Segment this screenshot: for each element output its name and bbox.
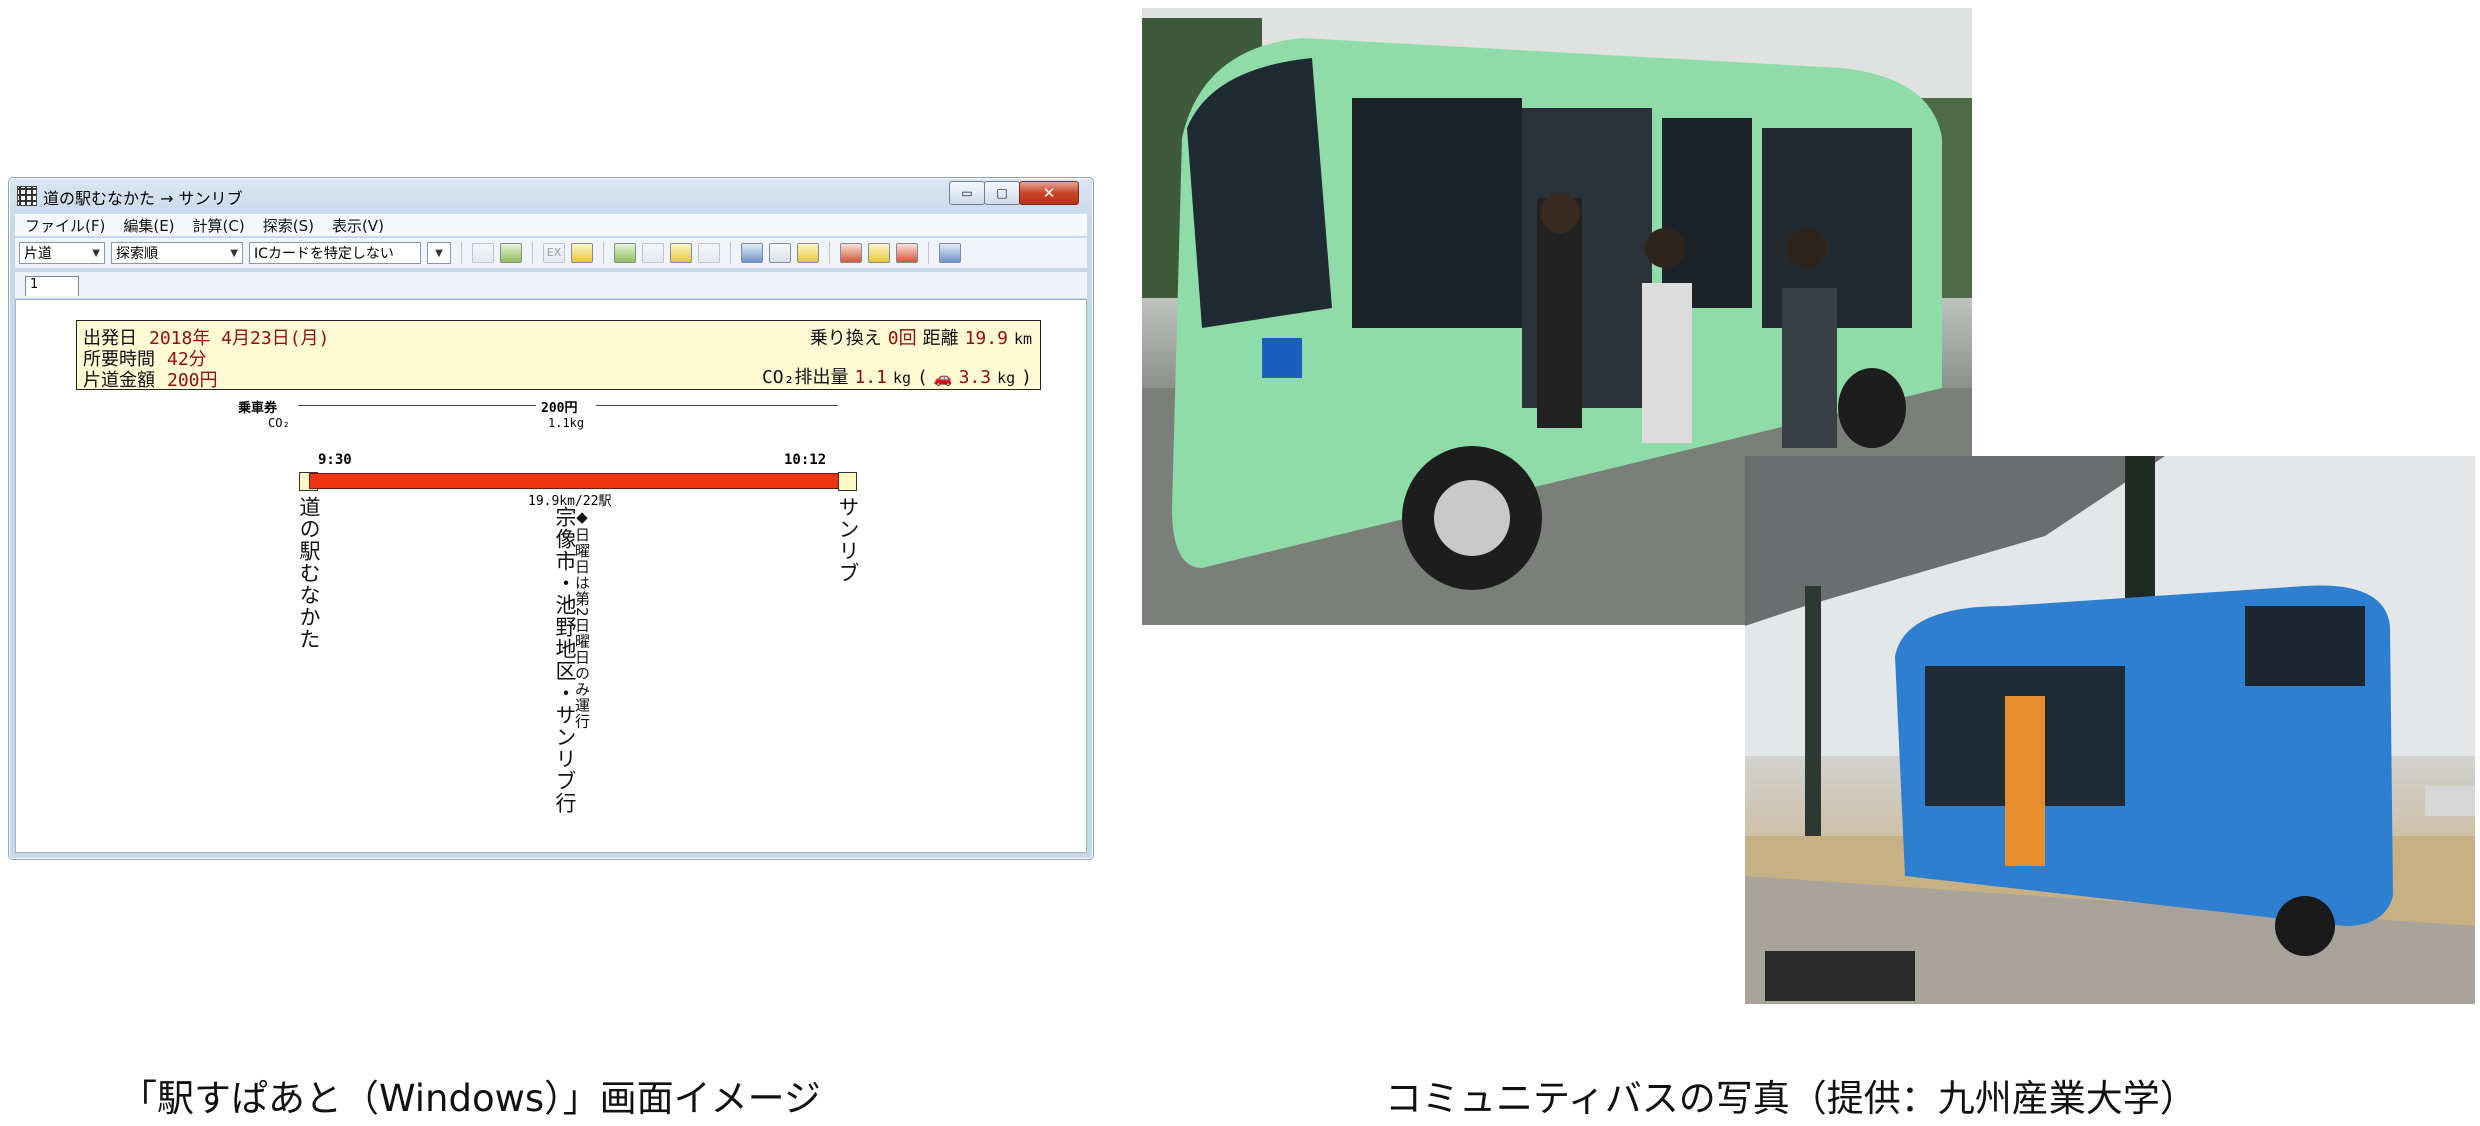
ic-card-value: ICカードを特定しない [254,246,394,262]
paren-open: ( [917,367,928,388]
distance-unit: km [1013,330,1032,348]
sort-order-select[interactable]: 探索順 ▼ [111,242,243,264]
route-segment-bar[interactable] [309,473,839,489]
fare-label: 片道金額 [83,370,155,391]
menu-bar: ファイル(F) 編集(E) 計算(C) 探索(S) 表示(V) [15,214,1087,236]
toolbar-divider [461,242,462,264]
toolbar: 片道 ▼ 探索順 ▼ ICカードを特定しない ▼ EX [15,238,1087,268]
chevron-down-icon: ▼ [230,247,238,259]
car-icon: 🚗 [933,369,953,387]
trip-type-select[interactable]: 片道 ▼ [19,242,105,264]
destination-stop-marker [838,472,857,491]
co2-summary: CO₂排出量 1.1 kg ( 🚗 3.3 kg ) [762,363,1032,389]
next-route-icon[interactable] [896,243,918,263]
departure-date: 2018年 4月23日(月) [149,328,330,349]
ic-card-dropdown-button[interactable]: ▼ [427,242,451,264]
route-summary: 出発日 2018年 4月23日(月) 所要時間 42分 片道金額 200円 乗り… [76,320,1041,391]
calculator-icon[interactable] [797,243,819,263]
co2-unit: kg [892,369,912,387]
search-route-icon[interactable] [868,243,890,263]
paren-close: ) [1021,367,1032,388]
title-bar[interactable]: 道の駅むなかた → サンリブ ▭ □ ✕ [9,178,1093,212]
menu-edit[interactable]: 編集(E) [123,215,174,236]
edit-icon[interactable] [939,243,961,263]
chevron-down-icon: ▼ [435,247,443,259]
co2-car-unit: kg [997,369,1016,387]
menu-file[interactable]: ファイル(F) [25,215,105,236]
previous-route-icon[interactable] [840,243,862,263]
mail-icon[interactable] [741,243,763,263]
ic-card-select[interactable]: ICカードを特定しない [249,242,421,264]
timetable-icon[interactable] [472,243,494,263]
caption-bus-photo: コミュニティバスの写真（提供：九州産業大学） [1385,1077,2197,1120]
calendar-app-icon [17,186,37,206]
blue-bus-photo [1745,456,2475,1004]
fare-line-right [596,405,838,406]
transfer-value: 0回 [887,328,917,349]
blue-bus-illustration [1745,456,2475,1004]
close-button[interactable]: ✕ [1019,181,1079,205]
arrival-time: 10:12 [784,452,827,468]
transfer-distance: 乗り換え 0回 距離 19.9 km [810,324,1032,350]
toolbar-divider [730,242,731,264]
app-window: 道の駅むなかた → サンリブ ▭ □ ✕ ファイル(F) 編集(E) 計算(C)… [8,177,1094,860]
minimize-button[interactable]: ▭ [949,181,985,205]
duration-value: 42分 [167,349,207,370]
destination-station-name[interactable]: サンリブ [833,496,863,584]
fare-line-left [298,405,536,406]
transfer-label: 乗り換え [809,328,882,349]
route-map-icon[interactable] [500,243,522,263]
menu-view[interactable]: 表示(V) [332,215,384,236]
chevron-down-icon: ▼ [92,247,100,259]
caption-software: 「駅すぱあと（Windows）」画面イメージ [120,1077,821,1120]
train-icon[interactable] [614,243,636,263]
duration-label: 所要時間 [83,349,155,370]
co2-short-label: CO₂ [268,416,290,430]
departure-time: 9:30 [318,452,352,468]
duration-row: 所要時間 42分 [83,345,207,370]
maximize-button[interactable]: □ [984,181,1020,205]
toolbar-divider [928,242,929,264]
station-icon[interactable] [698,243,720,263]
co2-car-value: 3.3 [958,367,992,388]
walk-icon[interactable] [670,243,692,263]
tab-route-1[interactable]: 1 [25,276,79,296]
trip-type-value: 片道 [24,246,52,262]
commuter-pass-icon[interactable] [571,243,593,263]
fare-value: 200円 [167,370,218,391]
sort-order-value: 探索順 [116,246,158,262]
fare-amount: 200円 [541,401,578,416]
distance-value: 19.9 [964,328,1008,349]
origin-station-name[interactable]: 道の駅むなかた [294,496,324,650]
menu-calc[interactable]: 計算(C) [193,215,245,236]
toolbar-divider [829,242,830,264]
toolbar-divider [603,242,604,264]
toolbar-divider [532,242,533,264]
service-note: ◆日曜日は第2日曜日のみ運行 [573,508,591,730]
co2-segment-value: 1.1kg [548,416,585,430]
express-icon[interactable]: EX [543,243,565,263]
route-result-pane: 出発日 2018年 4月23日(月) 所要時間 42分 片道金額 200円 乗り… [15,299,1087,853]
co2-value: 1.1 [854,367,887,388]
route-tabs: 1 [15,272,1087,298]
distance-label: 距離 [922,328,959,349]
menu-search[interactable]: 探索(S) [263,215,314,236]
departure-row: 出発日 2018年 4月23日(月) [83,324,330,349]
ticket-label: 乗車券 [238,401,278,416]
departure-label: 出発日 [83,328,137,349]
window-title: 道の駅むなかた → サンリブ [43,189,243,208]
ticket-icon[interactable] [642,243,664,263]
fare-row: 片道金額 200円 [83,366,218,391]
print-icon[interactable] [769,243,791,263]
co2-label: CO₂排出量 [761,367,849,388]
